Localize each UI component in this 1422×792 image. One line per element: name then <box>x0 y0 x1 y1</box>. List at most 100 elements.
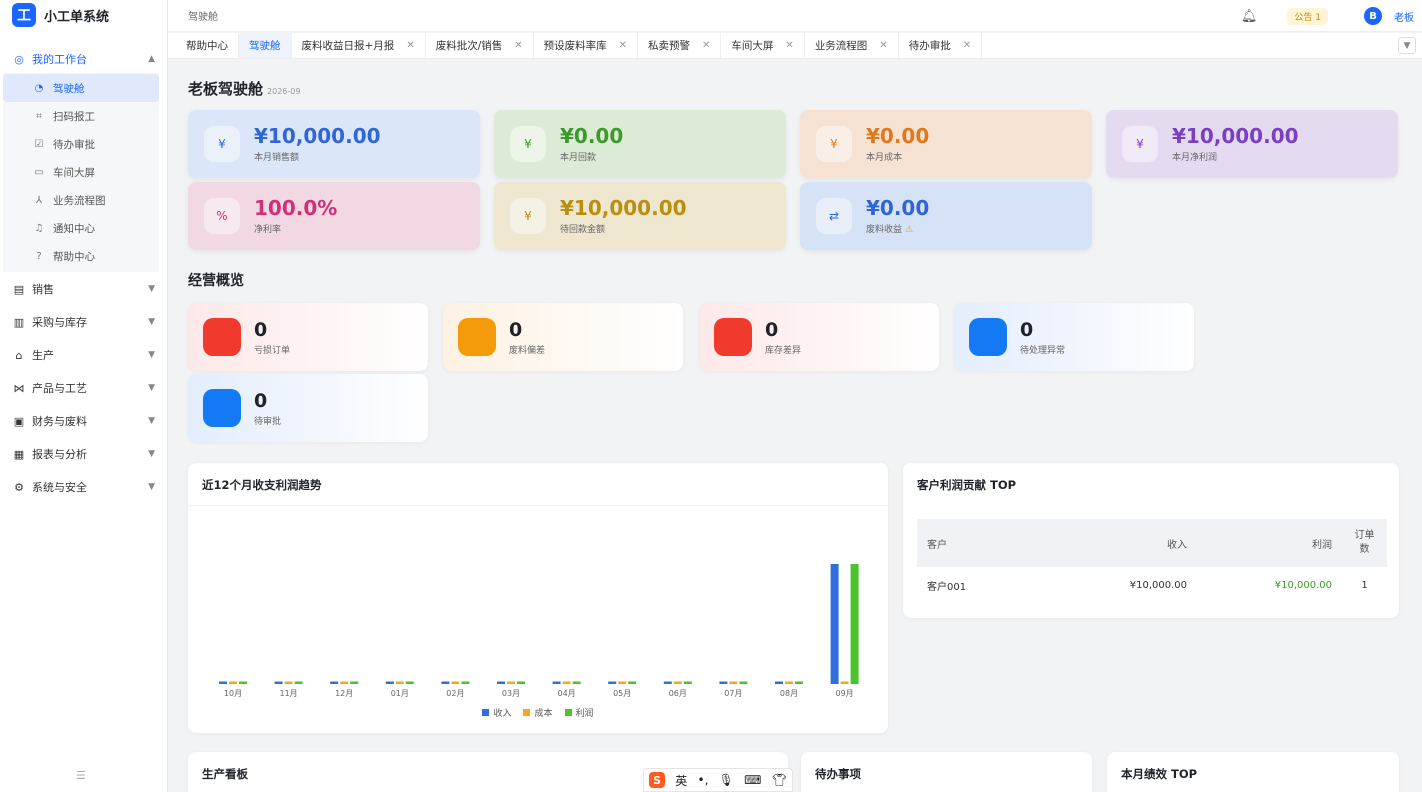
menu-group-product[interactable]: ⋈ 产品与工艺 ▼ <box>0 374 167 402</box>
legend-item-revenue[interactable]: 收入 <box>482 706 511 719</box>
tab-cockpit[interactable]: 驾驶舱 <box>239 33 292 58</box>
bar-profit-10[interactable] <box>795 681 803 685</box>
tab-approval[interactable]: 待办审批 ✕ <box>899 33 983 58</box>
close-icon[interactable]: ✕ <box>619 40 627 51</box>
tab-label: 预设废料率库 <box>543 40 607 52</box>
kpi-value: ¥10,000.00 <box>254 124 381 148</box>
bar-profit-8[interactable] <box>683 681 692 685</box>
bar-profit-9[interactable] <box>739 681 748 685</box>
bar-revenue-0[interactable] <box>219 681 227 685</box>
bell-icon[interactable]: 🔔︎ <box>1241 9 1258 24</box>
tab-scrap-rate[interactable]: 预设废料率库 ✕ <box>534 33 639 58</box>
ime-toolbar[interactable]: S 英 •, 🎙︎ ⌨ 👕︎ <box>643 768 793 792</box>
menu-group-production[interactable]: ⌂ 生产 ▼ <box>0 341 167 369</box>
sidebar-item-approval[interactable]: ☑ 待办审批 <box>3 130 159 158</box>
bar-cost-11[interactable] <box>840 681 849 685</box>
tab-private-sale[interactable]: 私卖预警 ✕ <box>638 33 722 58</box>
bar-profit-5[interactable] <box>517 681 525 685</box>
bar-cost-3[interactable] <box>395 681 404 685</box>
warning-icon[interactable]: ⚠ <box>905 225 913 235</box>
avatar[interactable]: B <box>1364 7 1382 25</box>
bar-cost-1[interactable] <box>284 681 293 685</box>
bar-cost-7[interactable] <box>618 681 627 685</box>
kpi-card-margin[interactable]: % 100.0% 净利率 <box>188 182 480 250</box>
bar-cost-2[interactable] <box>340 681 349 685</box>
bar-profit-3[interactable] <box>405 681 414 685</box>
bar-cost-8[interactable] <box>673 681 682 685</box>
bar-revenue-7[interactable] <box>608 681 617 685</box>
kpi-card-scrap-income[interactable]: ⇄ ¥0.00 废料收益 ⚠ <box>800 182 1092 250</box>
close-icon[interactable]: ✕ <box>879 40 887 51</box>
bar-profit-1[interactable] <box>294 681 303 685</box>
close-icon[interactable]: ✕ <box>406 40 414 51</box>
sidebar-item-notice[interactable]: ♫ 通知中心 <box>3 214 159 242</box>
close-icon[interactable]: ✕ <box>785 40 793 51</box>
overview-card-scrap-deviation[interactable]: 0 废料偏差 <box>443 303 683 371</box>
notice-badge[interactable]: 公告 1 <box>1287 7 1328 25</box>
bar-profit-6[interactable] <box>572 681 581 685</box>
menu-group-workbench[interactable]: ◎ 我的工作台 ▲ <box>0 45 167 73</box>
overview-card-loss-orders[interactable]: 0 亏损订单 <box>188 303 428 371</box>
ime-language-toggle[interactable]: 英 <box>675 772 687 789</box>
menu-group-settings[interactable]: ⚙ 系统与安全 ▼ <box>0 473 167 501</box>
user-name[interactable]: 老板 <box>1394 9 1414 24</box>
microphone-icon[interactable]: 🎙︎ <box>719 773 734 787</box>
sidebar-item-help[interactable]: ? 帮助中心 <box>3 242 159 270</box>
tab-workshop-screen[interactable]: 车间大屏 ✕ <box>721 33 805 58</box>
bar-profit-0[interactable] <box>239 681 247 685</box>
punctuation-icon[interactable]: •, <box>698 773 709 787</box>
close-icon[interactable]: ✕ <box>963 40 971 51</box>
bar-profit-7[interactable] <box>628 681 637 685</box>
kpi-card-net-profit[interactable]: ¥ ¥10,000.00 本月净利润 <box>1106 110 1398 178</box>
brand[interactable]: 工 小工单系统 <box>0 0 167 31</box>
kpi-card-sales[interactable]: ¥ ¥10,000.00 本月销售额 <box>188 110 480 178</box>
overview-card-exceptions[interactable]: 0 待处理异常 <box>954 303 1194 371</box>
menu-group-report[interactable]: ▦ 报表与分析 ▼ <box>0 440 167 468</box>
tab-flowchart[interactable]: 业务流程图 ✕ <box>805 33 899 58</box>
overview-card-stock-diff[interactable]: 0 库存差异 <box>699 303 939 371</box>
bar-revenue-10[interactable] <box>775 681 783 685</box>
sidebar-item-monitor[interactable]: ▭ 车间大屏 <box>3 158 159 186</box>
bar-cost-0[interactable] <box>229 681 237 685</box>
bar-cost-9[interactable] <box>729 681 738 685</box>
bar-revenue-3[interactable] <box>385 681 394 685</box>
close-icon[interactable]: ✕ <box>702 40 710 51</box>
bar-profit-11[interactable] <box>850 564 859 684</box>
bar-cost-5[interactable] <box>507 681 515 685</box>
sidebar-item-cockpit[interactable]: ◔ 驾驶舱 <box>3 74 159 102</box>
tab-scrap-report[interactable]: 废料收益日报+月报 ✕ <box>292 33 426 58</box>
bar-revenue-2[interactable] <box>330 681 339 685</box>
kpi-card-collection[interactable]: ¥ ¥0.00 本月回款 <box>494 110 786 178</box>
tab-help[interactable]: 帮助中心 <box>176 33 239 58</box>
close-icon[interactable]: ✕ <box>514 40 522 51</box>
skin-icon[interactable]: 👕︎ <box>772 773 787 787</box>
sidebar-item-scan[interactable]: ⌗ 扫码报工 <box>3 102 159 130</box>
legend-item-cost[interactable]: 成本 <box>523 706 553 719</box>
bar-profit-4[interactable] <box>461 681 470 685</box>
bar-profit-2[interactable] <box>350 681 359 685</box>
sogou-logo-icon[interactable]: S <box>649 772 666 788</box>
chevron-down-icon[interactable]: ▼ <box>1398 37 1416 54</box>
bar-revenue-1[interactable] <box>274 681 283 685</box>
sidebar-item-flowchart[interactable]: ⅄ 业务流程图 <box>3 186 159 214</box>
keyboard-icon[interactable]: ⌨ <box>744 773 761 787</box>
menu-group-inventory[interactable]: ▥ 采购与库存 ▼ <box>0 308 167 336</box>
bar-revenue-4[interactable] <box>441 681 450 685</box>
menu-group-finance[interactable]: ▣ 财务与废料 ▼ <box>0 407 167 435</box>
bar-revenue-11[interactable] <box>830 564 839 684</box>
bar-revenue-5[interactable] <box>497 681 505 685</box>
bar-revenue-9[interactable] <box>719 681 728 685</box>
overview-card-pending-approval[interactable]: 0 待审批 <box>188 374 428 442</box>
menu-group-sales[interactable]: ▤ 销售 ▼ <box>0 275 167 303</box>
bar-cost-10[interactable] <box>785 681 793 685</box>
kpi-card-receivable[interactable]: ¥ ¥10,000.00 待回款金额 <box>494 182 786 250</box>
legend-item-profit[interactable]: 利润 <box>564 706 594 719</box>
table-row[interactable]: 客户001 ¥10,000.00 ¥10,000.00 1 <box>917 567 1387 603</box>
bar-revenue-8[interactable] <box>663 681 672 685</box>
bar-cost-4[interactable] <box>451 681 460 685</box>
collapse-sidebar-icon[interactable]: ☰ <box>76 769 86 782</box>
tab-scrap-batch[interactable]: 废料批次/销售 ✕ <box>426 33 534 58</box>
bar-revenue-6[interactable] <box>552 681 561 685</box>
bar-cost-6[interactable] <box>562 681 571 685</box>
kpi-card-cost[interactable]: ¥ ¥0.00 本月成本 <box>800 110 1092 178</box>
